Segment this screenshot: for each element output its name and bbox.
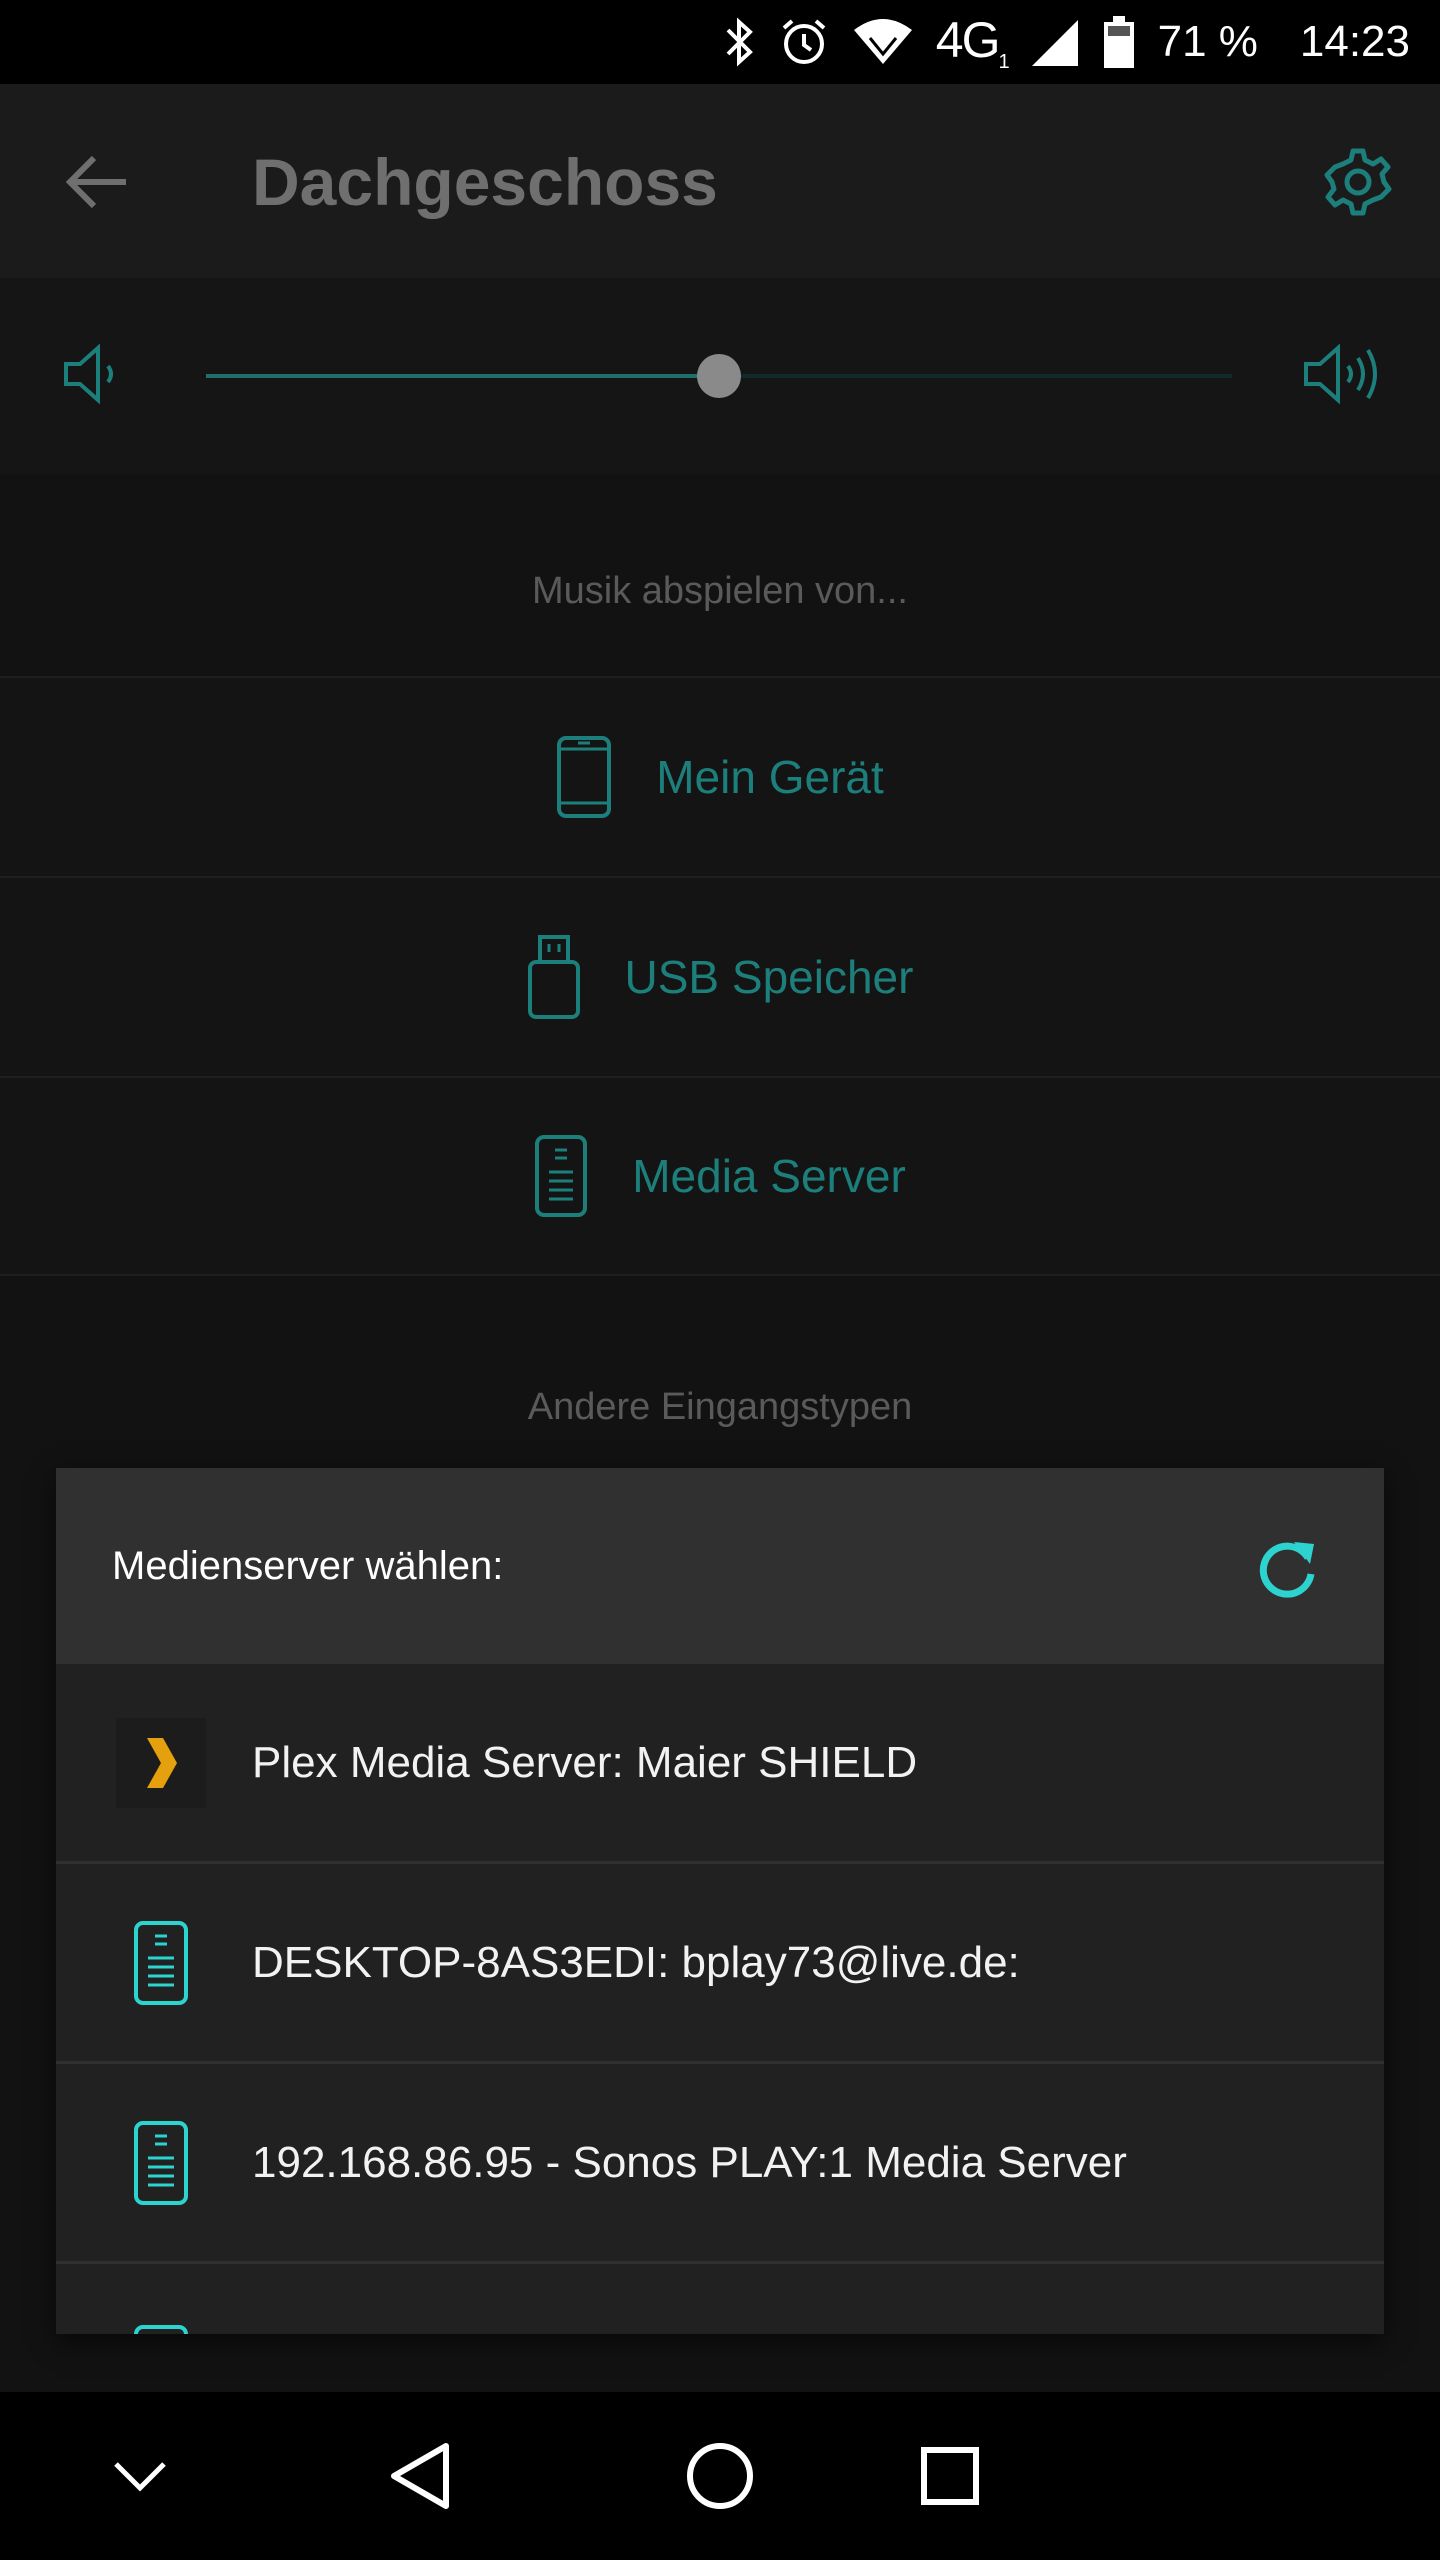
- battery-icon: [1103, 16, 1134, 68]
- volume-low-icon[interactable]: [62, 342, 126, 406]
- plex-icon-wrap: [116, 1717, 206, 1808]
- server-icon: [116, 1918, 206, 2008]
- other-inputs-header: Andere Eingangstypen: [527, 1386, 913, 1428]
- sources-header: Musik abspielen von...: [532, 570, 908, 612]
- usb-icon: [527, 935, 580, 1019]
- back-button[interactable]: [56, 140, 140, 224]
- server-item-desktop[interactable]: DESKTOP-8AS3EDI: bplay73@live.de:: [56, 1864, 1384, 2064]
- alarm-icon: [782, 19, 826, 64]
- server-item-partial[interactable]: [56, 2264, 1384, 2334]
- triangle-back-icon: [391, 2443, 449, 2509]
- refresh-button[interactable]: [1252, 1532, 1324, 1604]
- server-icon: [116, 2322, 206, 2334]
- arrow-left-icon: [66, 155, 126, 209]
- refresh-icon: [1259, 1542, 1315, 1598]
- source-item-media-server[interactable]: Media Server: [0, 1076, 1440, 1276]
- source-item-label: USB Speicher: [624, 951, 914, 1003]
- battery-level: 71 %: [1157, 17, 1258, 66]
- clock: 14:23: [1299, 17, 1410, 66]
- server-name: DESKTOP-8AS3EDI: bplay73@live.de:: [252, 1937, 1020, 1987]
- server-item-sonos[interactable]: 192.168.86.95 - Sonos PLAY:1 Media Serve…: [56, 2064, 1384, 2264]
- wifi-icon: [853, 19, 912, 64]
- server-name: Plex Media Server: Maier SHIELD: [252, 1737, 918, 1787]
- chevron-down-icon: [114, 2462, 166, 2492]
- server-name: 192.168.86.95 - Sonos PLAY:1 Media Serve…: [252, 2137, 1127, 2187]
- source-item-usb[interactable]: USB Speicher: [0, 876, 1440, 1076]
- plex-icon: [116, 1717, 206, 1808]
- volume-slider-thumb[interactable]: [697, 354, 741, 398]
- source-item-my-device[interactable]: Mein Gerät: [0, 676, 1440, 876]
- phone-icon: [557, 736, 612, 818]
- volume-high-icon[interactable]: [1302, 342, 1384, 406]
- server-icon: [116, 2118, 206, 2208]
- signal-icon: [1031, 20, 1078, 66]
- network-type: 4G1: [935, 11, 1010, 73]
- toolbar: Dachgeschoss: [0, 84, 1440, 278]
- page-title: Dachgeschoss: [252, 145, 718, 219]
- volume-slider-fill: [206, 374, 719, 378]
- dialog-title: Medienserver wählen:: [112, 1544, 504, 1588]
- navigation-bar: [0, 2392, 1440, 2560]
- status-bar: 4G1 71 % 14:23: [0, 0, 1440, 84]
- gear-icon: [1324, 148, 1392, 216]
- source-item-label: Mein Gerät: [656, 751, 884, 803]
- nav-back-button[interactable]: [380, 2436, 460, 2516]
- hide-keyboard-button[interactable]: [100, 2436, 180, 2516]
- volume-slider[interactable]: [206, 354, 1232, 398]
- source-item-label: Media Server: [632, 1150, 906, 1202]
- dialog-header: Medienserver wählen:: [56, 1468, 1384, 1664]
- settings-button[interactable]: [1316, 140, 1400, 224]
- volume-row: [0, 278, 1440, 474]
- square-recents-icon: [921, 2447, 979, 2505]
- server-item-plex[interactable]: Plex Media Server: Maier SHIELD: [56, 1664, 1384, 1864]
- circle-home-icon: [687, 2443, 753, 2509]
- media-server-dialog: Medienserver wählen: Plex Media Server: …: [56, 1468, 1384, 2334]
- server-icon: [535, 1135, 588, 1217]
- nav-recents-button[interactable]: [910, 2436, 990, 2516]
- source-list: Mein Gerät USB Speicher Media Server: [0, 676, 1440, 1276]
- nav-home-button[interactable]: [680, 2436, 760, 2516]
- bluetooth-icon: [726, 17, 753, 67]
